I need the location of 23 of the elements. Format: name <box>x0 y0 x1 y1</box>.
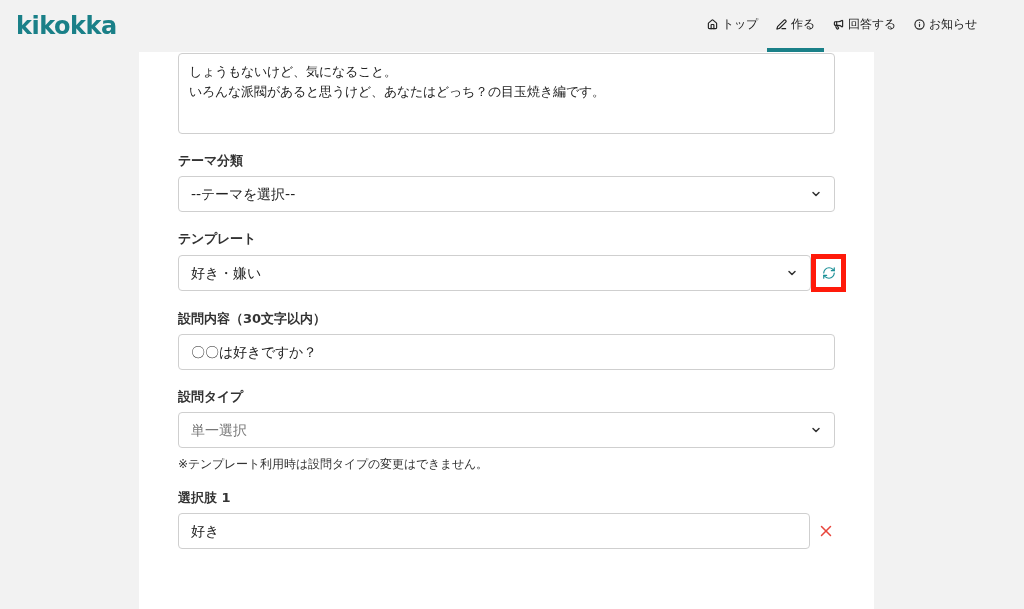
megaphone-icon <box>833 18 844 30</box>
field-label: テンプレート <box>178 231 257 247</box>
logo[interactable]: kikokka <box>16 8 117 44</box>
field-label: 選択肢 1 <box>178 490 232 506</box>
select-field[interactable]: --テーマを選択-- <box>178 176 835 212</box>
info-icon <box>914 18 925 30</box>
description-line: いろんな派閥があると思うけど、あなたはどっち？の目玉焼き編です。 <box>189 83 606 101</box>
nav-link[interactable]: トップ <box>698 0 767 52</box>
field-label: 設問タイプ <box>178 389 245 405</box>
input-field[interactable]: 〇〇は好きですか？ <box>178 334 835 370</box>
field-label: テーマ分類 <box>178 153 244 169</box>
refresh-button[interactable] <box>811 254 846 292</box>
description-line: しょうもないけど、気になること。 <box>189 63 398 81</box>
note-text: ※テンプレート利用時は設問タイプの変更はできません。 <box>178 457 490 471</box>
pen-icon <box>776 18 787 30</box>
input-field[interactable]: 好き <box>178 513 810 549</box>
nav-link[interactable]: 回答する <box>824 0 905 52</box>
select-field[interactable]: 好き・嫌い <box>178 255 811 291</box>
home-icon <box>707 18 718 30</box>
description-textarea[interactable]: しょうもないけど、気になること。 いろんな派閥があると思うけど、あなたはどっち？の目玉焼き編です。 <box>178 53 835 134</box>
nav-link[interactable]: お知らせ <box>905 0 986 52</box>
field-label: 設問内容（30文字以内） <box>178 311 328 327</box>
refresh-icon <box>821 266 836 280</box>
